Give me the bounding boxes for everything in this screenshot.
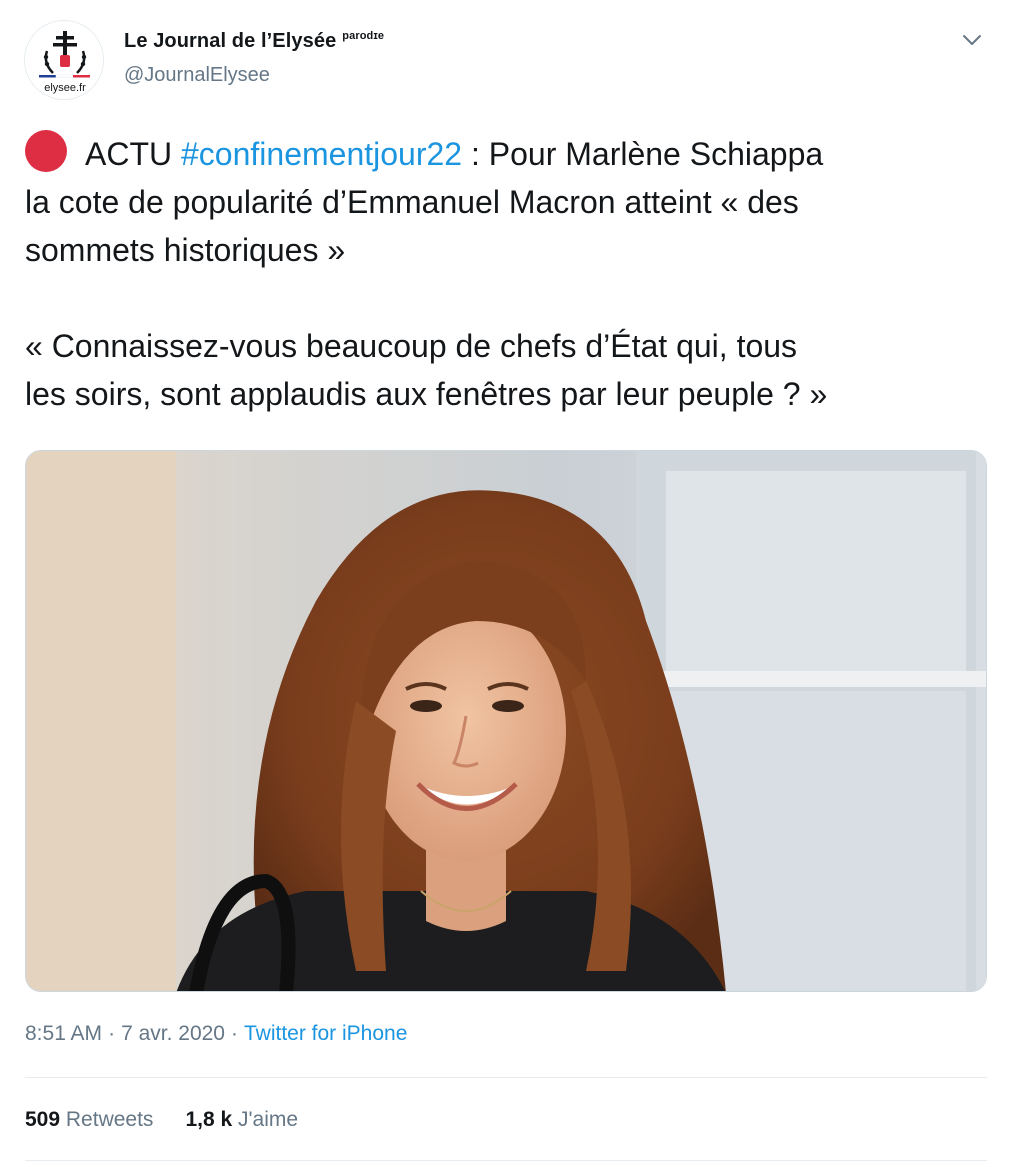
actu-label: ACTU — [85, 136, 173, 172]
meta-separator-2: · — [230, 1022, 238, 1045]
parody-badge: parodɪe — [342, 30, 385, 43]
retweets-stat[interactable]: 509 Retweets — [25, 1108, 153, 1132]
retweets-label: Retweets — [65, 1108, 154, 1131]
tweet: elysee.fr Le Journal de l’Elysée parodɪe … — [0, 0, 1024, 1167]
chevron-down-icon[interactable] — [958, 26, 986, 54]
divider-top — [25, 1077, 987, 1078]
display-name[interactable]: Le Journal de l’Elysée parodɪe — [124, 30, 384, 53]
tweet-line-2: la cote de popularité d’Emmanuel Macron … — [25, 184, 799, 220]
tweet-photo[interactable] — [25, 450, 987, 992]
tweet-time[interactable]: 8:51 AM — [25, 1022, 102, 1045]
retweets-count: 509 — [25, 1108, 61, 1131]
likes-count: 1,8 k — [185, 1108, 233, 1131]
divider-bottom — [25, 1160, 987, 1161]
meta-separator: · — [108, 1022, 116, 1045]
tweet-line-3: sommets historiques » — [25, 232, 346, 268]
tweet-line-1-suffix: : Pour Marlène Schiappa — [470, 136, 824, 172]
photo-of-smiling-woman — [26, 451, 986, 991]
display-name-text: Le Journal de l’Elysée — [124, 30, 337, 52]
tweet-source-link[interactable]: Twitter for iPhone — [244, 1022, 407, 1045]
tweet-text: ACTU #confinementjour22 : Pour Marlène S… — [25, 130, 1000, 418]
user-handle[interactable]: @JournalElysee — [124, 64, 270, 87]
tweet-date[interactable]: 7 avr. 2020 — [121, 1022, 225, 1045]
tweet-line-4: « Connaissez-vous beaucoup de chefs d’Ét… — [25, 328, 798, 364]
hashtag-link[interactable]: #confinementjour22 — [181, 136, 462, 172]
tweet-line-1: ACTU #confinementjour22 : Pour Marlène S… — [25, 130, 1000, 178]
red-circle-icon — [25, 130, 67, 172]
tweet-meta: 8:51 AM · 7 avr. 2020 · Twitter for iPhone — [25, 1022, 407, 1046]
avatar-caption: elysee.fr — [44, 82, 86, 94]
likes-label: J'aime — [238, 1108, 299, 1131]
tweet-line-5: les soirs, sont applaudis aux fenêtres p… — [25, 376, 828, 412]
avatar[interactable]: elysee.fr — [24, 20, 104, 100]
likes-stat[interactable]: 1,8 k J'aime — [185, 1108, 298, 1132]
tweet-stats: 509 Retweets 1,8 k J'aime — [25, 1108, 298, 1132]
elysee-logo-icon: elysee.fr — [25, 21, 103, 99]
